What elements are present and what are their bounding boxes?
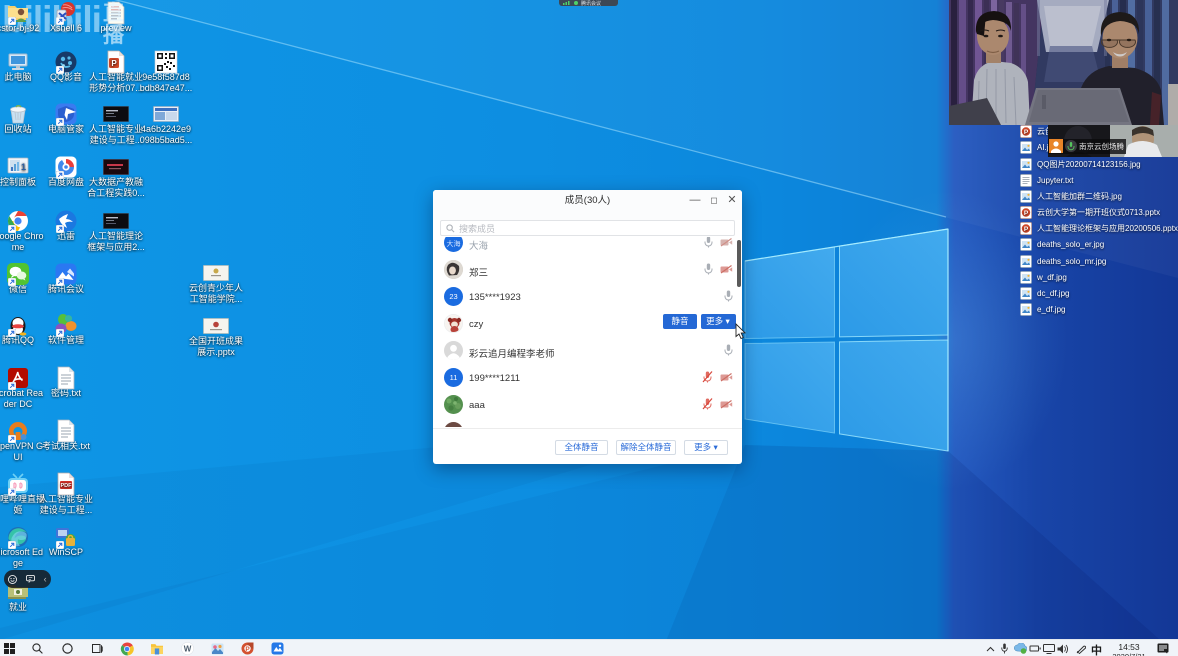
svg-text:P: P xyxy=(1024,226,1029,233)
svg-text:P: P xyxy=(1024,129,1029,136)
svg-text:PDF: PDF xyxy=(61,483,73,489)
svg-text:大海: 大海 xyxy=(447,239,461,248)
svg-text:1: 1 xyxy=(21,162,26,172)
svg-text:P: P xyxy=(1024,210,1029,217)
svg-text:W: W xyxy=(183,644,191,653)
svg-text:P: P xyxy=(111,59,117,68)
svg-text:P: P xyxy=(245,646,250,653)
svg-text:南京云创场腾: 南京云创场腾 xyxy=(1079,141,1124,151)
